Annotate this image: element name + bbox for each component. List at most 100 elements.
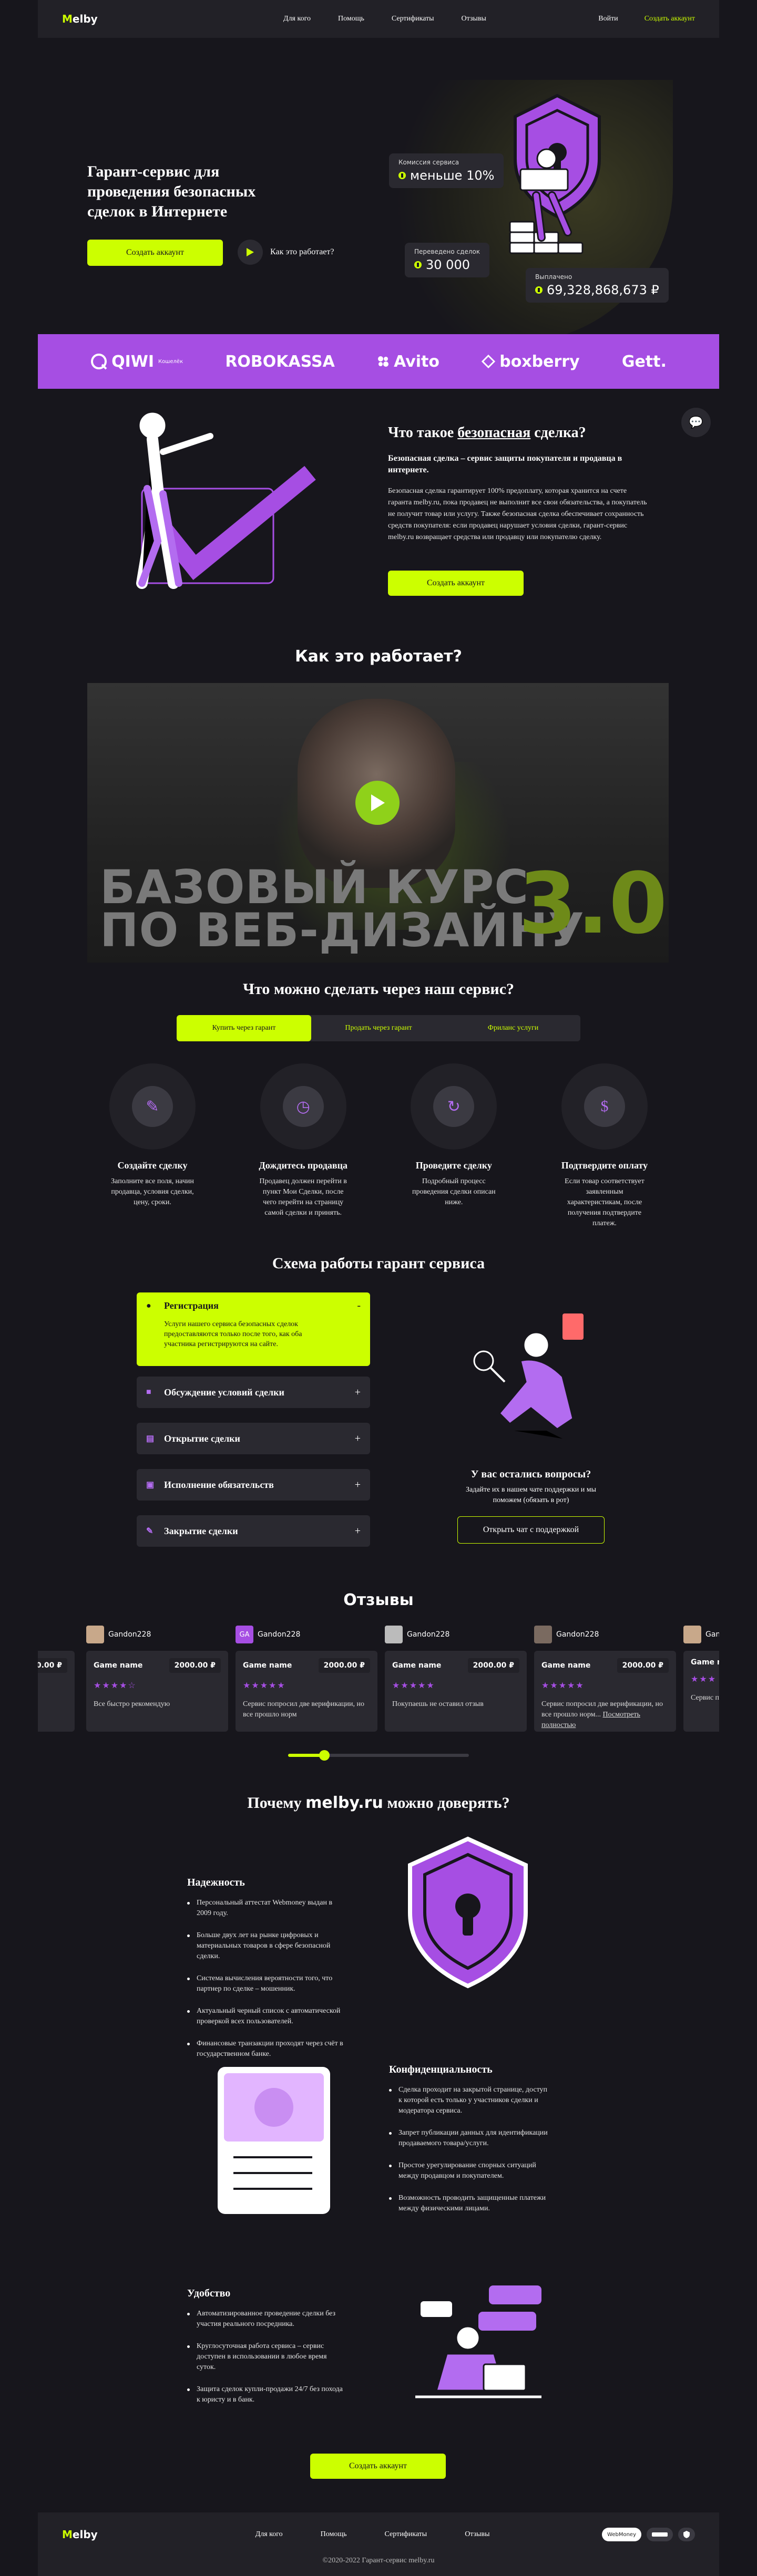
webmoney-badge: WebMoney — [602, 2528, 641, 2541]
video-play-button[interactable] — [355, 781, 400, 825]
what-is-body: Безопасная сделка гарантирует 100% предо… — [388, 487, 647, 541]
open-support-chat-button[interactable]: Открыть чат с поддержкой — [457, 1516, 605, 1544]
coin-icon — [414, 261, 422, 268]
slider-handle[interactable] — [319, 1750, 330, 1761]
rating-stars: ★★★★★ — [541, 1681, 585, 1690]
partner-qiwi: QIWI Кошелёк — [90, 353, 183, 371]
video-title-text: БАЗОВЫЙ КУРС ПО ВЕБ-ДИЗАЙНУ — [100, 860, 585, 957]
pencil-icon: ✎ — [132, 1086, 173, 1127]
footer-link-certificates[interactable]: Сертификаты — [385, 2530, 427, 2539]
how-it-works-button[interactable]: Как это работает? — [238, 240, 334, 265]
chat-support-button[interactable]: 💬 — [681, 408, 711, 437]
partner-boxberry: boxberry — [482, 353, 580, 371]
service-tabs: Купить через гарант Продать через гарант… — [177, 1015, 580, 1041]
tab-sell[interactable]: Продать через гарант — [311, 1015, 446, 1041]
register-link[interactable]: Создать аккаунт — [645, 15, 695, 23]
stat-paid: Выплачено 69,328,868,673 ₽ — [526, 268, 669, 303]
tab-buy[interactable]: Купить через гарант — [177, 1015, 311, 1041]
nav-link-certificates[interactable]: Сертификаты — [392, 15, 434, 23]
what-is-create-account-button[interactable]: Создать аккаунт — [388, 571, 524, 596]
play-icon — [238, 240, 263, 265]
accordion-obligations[interactable]: ▣ Исполнение обязательств + — [137, 1469, 370, 1501]
document-icon: ▤ — [146, 1434, 155, 1443]
footer-link-for-whom[interactable]: Для кого — [255, 2530, 283, 2539]
steps-list: ✎ Создайте сделку Заполните все поля, нач… — [95, 1063, 662, 1229]
qiwi-icon — [91, 354, 107, 370]
coin-icon — [398, 172, 406, 179]
hero-create-account-button[interactable]: Создать аккаунт — [87, 240, 223, 266]
reviews-scroll-slider[interactable] — [288, 1750, 469, 1761]
support-text: Задайте их в нашем чате поддержки и мы п… — [465, 1486, 597, 1504]
avatar — [86, 1626, 104, 1643]
chat-icon: 💬 — [689, 416, 703, 429]
partner-gett: Gett. — [621, 352, 667, 371]
refresh-check-icon: ↻ — [433, 1086, 475, 1127]
user-icon: ● — [146, 1301, 151, 1310]
convenience-list: Автоматизированное проведение сделки без… — [187, 2309, 345, 2417]
stat-deals: Переведено сделок 30 000 — [405, 243, 490, 277]
trust-create-account-button[interactable]: Создать аккаунт — [310, 2454, 446, 2479]
partners-strip: QIWI Кошелёк ROBOKASSA Avito boxberry Get… — [38, 334, 719, 389]
support-title: У вас остались вопросы? — [470, 1468, 591, 1480]
trust-title: Почему melby.ru можно доверять? — [247, 1794, 510, 1812]
convenience-title: Удобство — [187, 2288, 231, 2299]
accordion-closing[interactable]: ✎ Закрытие сделки + — [137, 1515, 370, 1547]
rating-stars: ★★★ — [691, 1675, 717, 1684]
logo[interactable]: Melby — [62, 13, 98, 25]
how-it-works-label: Как это работает? — [270, 247, 334, 256]
checkmark-illustration — [136, 411, 316, 589]
review-card: Gandon228 Game name 2000.00 ₽ ★★★★★ Серви… — [534, 1626, 676, 1732]
review-card: Gandon Game n ★★★ Сервис попр верифика..… — [683, 1626, 719, 1732]
login-link[interactable]: Войти — [598, 15, 618, 23]
reviews-title: Отзывы — [343, 1591, 414, 1609]
review-card: GA Gandon228 Game name 2000.00 ₽ ★★★★★ Сер… — [236, 1626, 377, 1732]
video-player[interactable]: БАЗОВЫЙ КУРС ПО ВЕБ-ДИЗАЙНУ 3.0 — [87, 683, 669, 963]
avatar: GA — [236, 1626, 253, 1643]
copyright: ©2020-2022 Гарант-сервис melby.ru — [322, 2557, 435, 2564]
shield-icon — [408, 1836, 528, 1989]
review-card: 2000.00 ₽ — [38, 1626, 75, 1732]
accordion-discussion[interactable]: ■ Обсуждение условий сделки + — [137, 1377, 370, 1408]
clipboard-icon: ▣ — [146, 1481, 155, 1489]
hero-illustration: Комиссия сервиса меньше 10% Переведено с… — [378, 80, 673, 343]
step-item: ↻ Проведите сделку Подробный процесс пров… — [396, 1063, 512, 1229]
stat-commission: Комиссия сервиса меньше 10% — [389, 153, 504, 188]
scheme-title: Схема работы гарант сервиса — [272, 1255, 485, 1272]
service-title: Что можно сделать через наш сервис? — [242, 980, 515, 998]
how-it-works-title: Как это работает? — [295, 647, 462, 666]
privacy-list: Сделка проходит на закрытой странице, до… — [389, 2085, 552, 2226]
reviews-carousel[interactable]: 2000.00 ₽ Gandon228 Game name2000.00 ₽ ★… — [38, 1626, 719, 1734]
avatar — [683, 1626, 701, 1643]
avatar — [385, 1626, 403, 1643]
support-cta: У вас остались вопросы? Задайте их в наш… — [452, 1468, 610, 1544]
privacy-title: Конфиденциальность — [389, 2064, 493, 2075]
support-illustration — [473, 1313, 584, 1441]
pen-icon: ✎ — [146, 1527, 154, 1536]
footer-link-help[interactable]: Помощь — [321, 2530, 347, 2539]
nav-link-help[interactable]: Помощь — [338, 15, 364, 23]
accordion-opening[interactable]: ▤ Открытие сделки + — [137, 1423, 370, 1454]
coin-icon — [535, 286, 543, 294]
trust-badges: WebMoney — [602, 2528, 695, 2541]
dollar-icon: $ — [584, 1086, 625, 1127]
chat-person-illustration — [415, 2285, 541, 2398]
step-item: $ Подтвердите оплату Если товар соответст… — [547, 1063, 662, 1229]
reliability-list: Персональный аттестат Webmoney выдан в 2… — [187, 1898, 345, 2071]
hero-title: Гарант-сервис для проведения безопасных … — [87, 163, 256, 220]
profile-card-illustration — [218, 2067, 330, 2214]
rating-stars: ★★★★★ — [243, 1681, 286, 1690]
footer-logo[interactable]: Melby — [62, 2528, 98, 2541]
clock-icon: ◷ — [282, 1086, 324, 1127]
footer-nav: Для кого Помощь Сертификаты Отзывы — [255, 2530, 490, 2539]
tab-freelance[interactable]: Фриланс услуги — [446, 1015, 580, 1041]
what-is-lead: Безопасная сделка – сервис защиты покупа… — [388, 454, 622, 474]
partner-robokassa: ROBOKASSA — [225, 352, 335, 371]
footer-link-reviews[interactable]: Отзывы — [465, 2530, 489, 2539]
nav-link-for-whom[interactable]: Для кого — [283, 15, 311, 23]
partner-avito: Avito — [377, 353, 439, 371]
accordion-registration[interactable]: ● Регистрация - Услуги нашего сервиса безо… — [137, 1292, 370, 1366]
rating-stars: ★★★★☆ — [94, 1681, 137, 1690]
review-card: Gandon228 Game name 2000.00 ₽ ★★★★★ Покуп… — [385, 1626, 527, 1732]
avatar — [534, 1626, 552, 1643]
nav-link-reviews[interactable]: Отзывы — [462, 15, 486, 23]
